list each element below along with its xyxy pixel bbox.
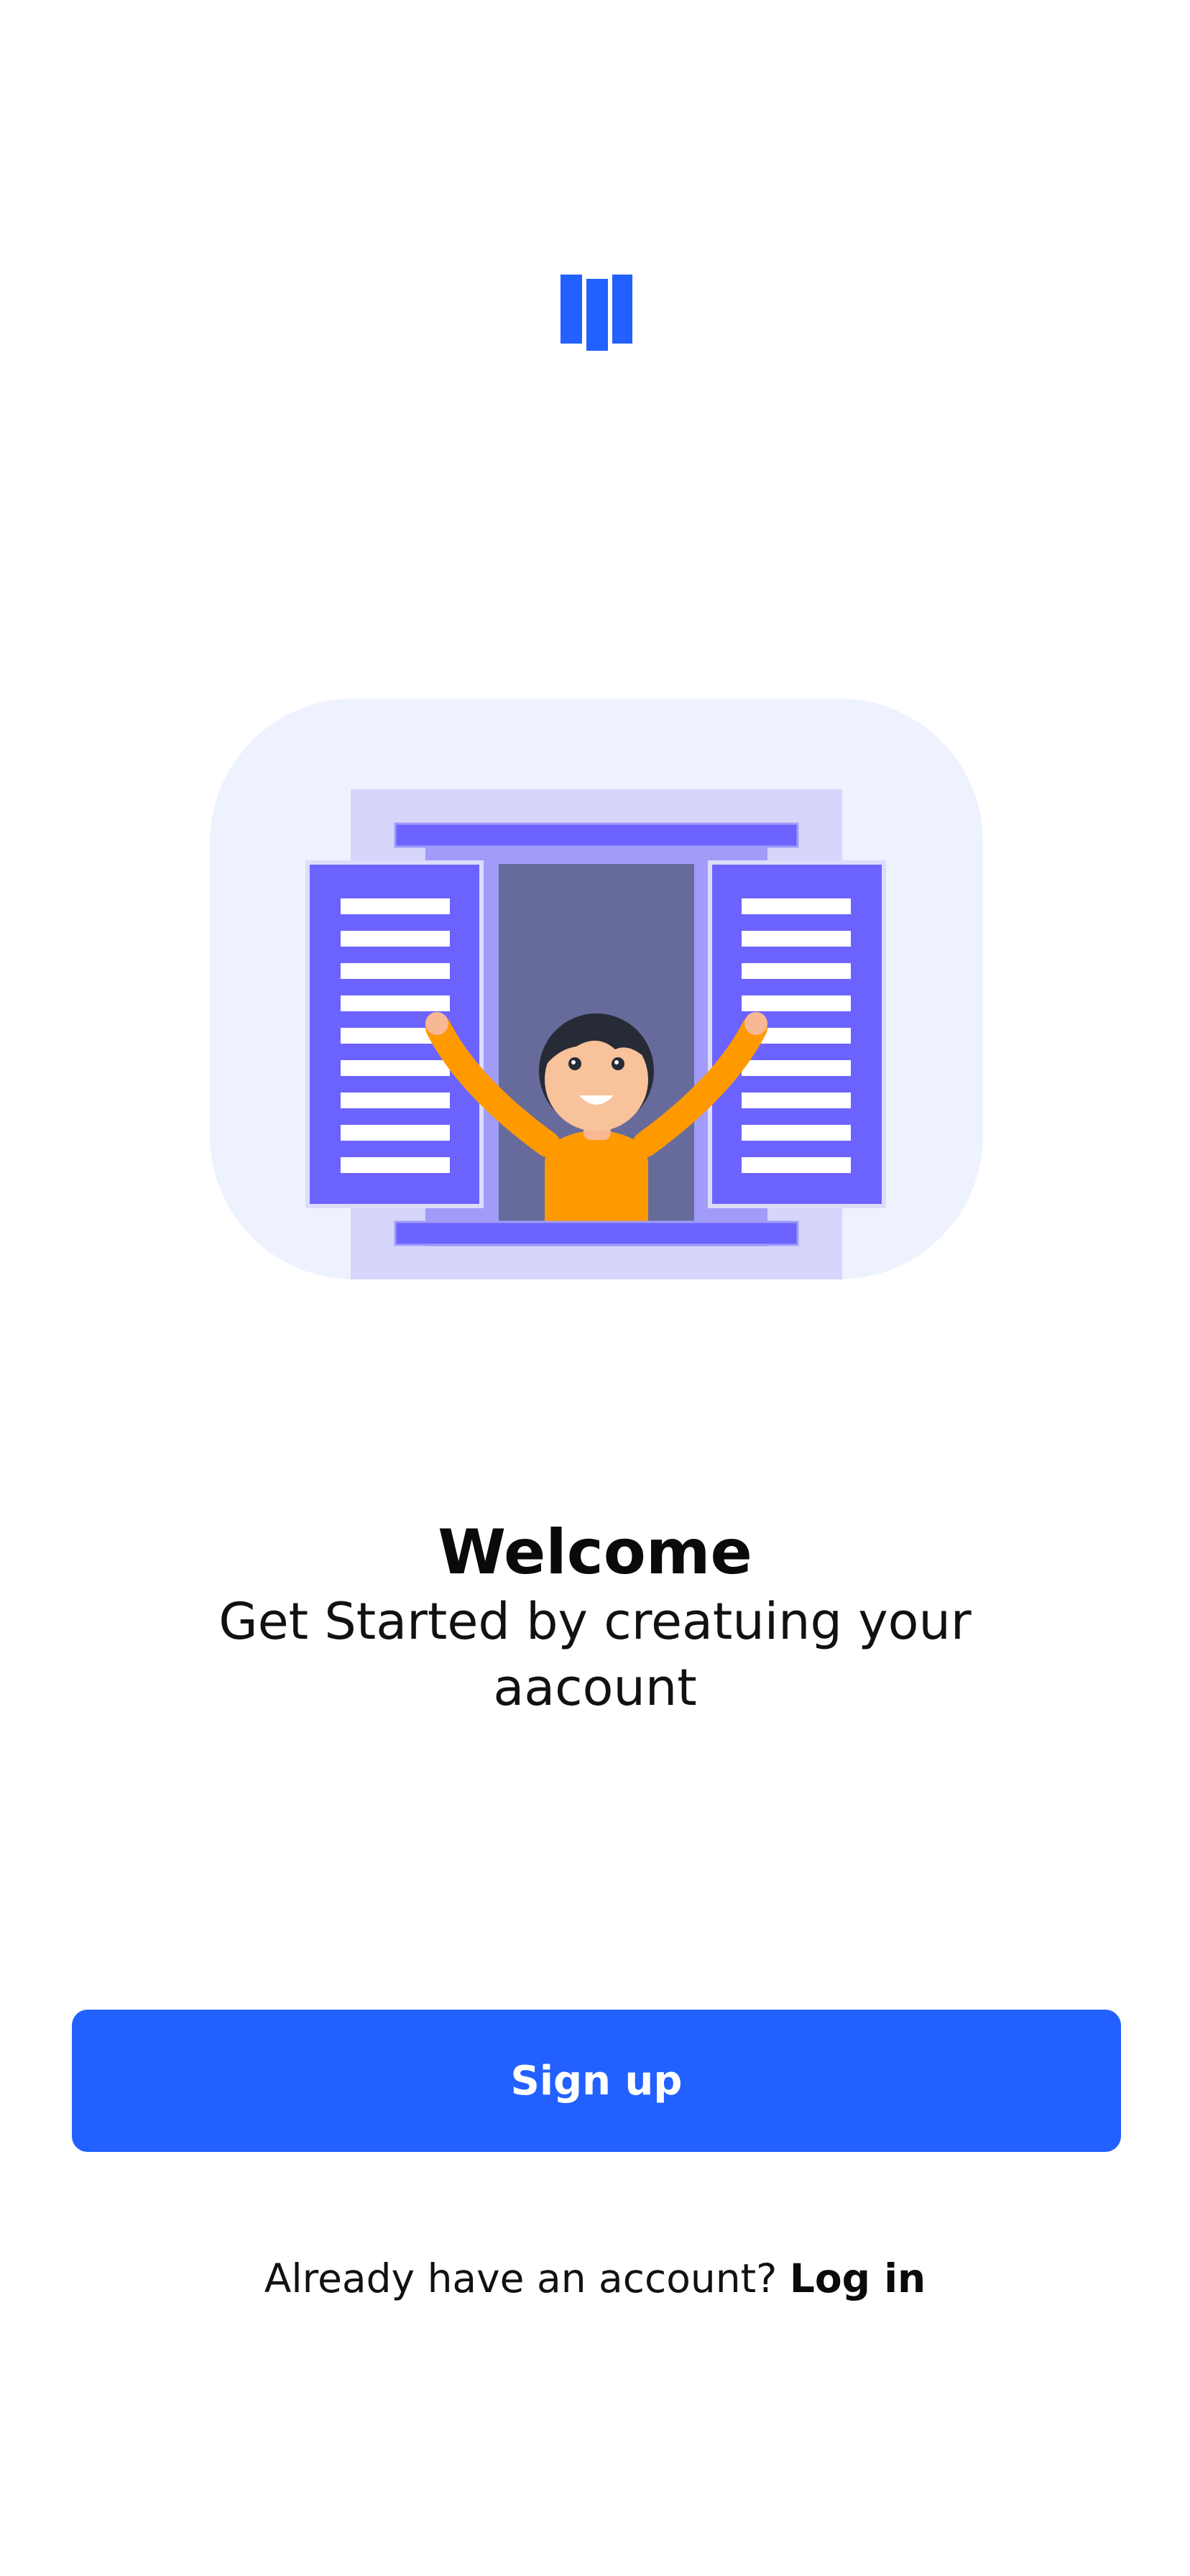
welcome-subtitle: Get Started by creatuing your aacount: [218, 1592, 972, 1717]
welcome-title: Welcome: [438, 1517, 752, 1588]
log-in-link[interactable]: Log in: [790, 2255, 926, 2301]
welcome-section: Welcome Get Started by creatuing your aa…: [0, 1517, 1190, 1721]
login-prompt-row: Already have an account? Log in: [0, 2250, 1190, 2307]
person-at-window-illustration: [210, 699, 983, 1279]
login-prompt-text: Already have an account?: [264, 2255, 778, 2301]
sign-up-button[interactable]: Sign up: [72, 2010, 1121, 2152]
app-logo-icon: [561, 275, 632, 351]
